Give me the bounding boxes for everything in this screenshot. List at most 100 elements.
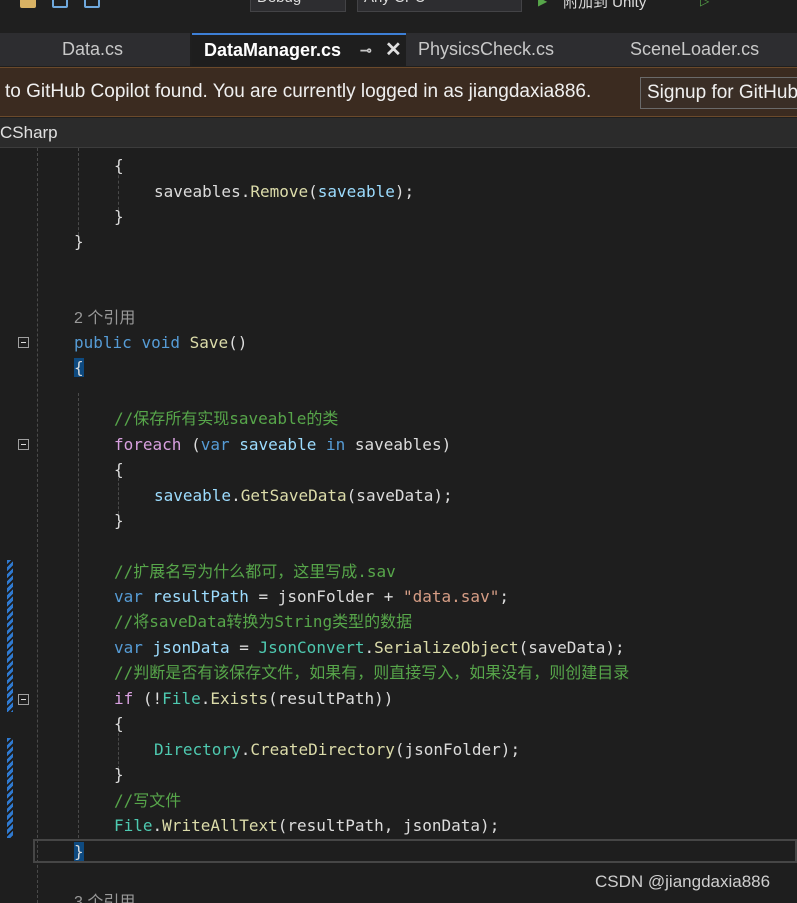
tab-data-cs[interactable] bbox=[0, 33, 52, 66]
collapse-icon[interactable] bbox=[18, 694, 29, 705]
start-without-debug-icon[interactable]: ▷ bbox=[700, 0, 709, 8]
code-line: { bbox=[114, 711, 124, 736]
configuration-select[interactable]: Debug bbox=[250, 0, 346, 12]
tab-physicscheck-cs[interactable]: PhysicsCheck.cs bbox=[406, 33, 618, 66]
token: ); bbox=[394, 182, 415, 201]
token: File bbox=[162, 689, 201, 708]
token: () bbox=[228, 333, 248, 352]
tab-label: DataManager.cs bbox=[204, 40, 342, 60]
token: Remove bbox=[250, 182, 309, 201]
token: foreach bbox=[114, 435, 182, 454]
project-dropdown[interactable]: CSharp bbox=[0, 123, 58, 143]
save-all-icon[interactable] bbox=[84, 0, 100, 8]
token: Save bbox=[189, 333, 229, 352]
tab-data-cs-label[interactable]: Data.cs bbox=[50, 33, 190, 66]
token: JsonConvert bbox=[258, 638, 365, 657]
code-line: //写文件 bbox=[114, 788, 181, 813]
token: (! bbox=[133, 689, 163, 708]
token: . bbox=[152, 816, 163, 835]
code-line: //保存所有实现saveable的类 bbox=[114, 406, 338, 431]
platform-select[interactable]: Any CPU bbox=[357, 0, 522, 12]
token: public bbox=[74, 333, 132, 352]
token: in bbox=[325, 435, 346, 454]
navigation-bar: CSharp bbox=[0, 118, 797, 148]
token: saveable bbox=[239, 435, 317, 454]
token: { bbox=[114, 460, 124, 479]
token: saveable bbox=[154, 486, 232, 505]
code-line: var resultPath = jsonFolder + "data.sav"… bbox=[114, 584, 509, 609]
token: . bbox=[231, 486, 241, 505]
token: ; bbox=[499, 587, 509, 606]
code-line: { bbox=[114, 153, 124, 178]
code-line: //判断是否有该保存文件，如果有，则直接写入，如果没有，则创建目录 bbox=[114, 660, 629, 685]
code-line: } bbox=[114, 762, 124, 787]
document-tabs: Data.cs DataManager.cs ⊸ ✕ PhysicsCheck.… bbox=[0, 33, 797, 67]
token: (saveData); bbox=[518, 638, 625, 657]
tab-sceneloader-cs[interactable]: SceneLoader.cs bbox=[618, 33, 797, 66]
token: void bbox=[141, 333, 180, 352]
token: SerializeObject bbox=[374, 638, 519, 657]
collapse-icon[interactable] bbox=[18, 337, 29, 348]
code-line: { bbox=[74, 355, 84, 380]
comment: //写文件 bbox=[114, 791, 182, 810]
token: . bbox=[240, 740, 251, 759]
reference-count[interactable]: 2 个引用 bbox=[74, 305, 135, 330]
code-editor[interactable]: { saveables.Remove(saveable); } } 2 个引用 … bbox=[0, 148, 797, 903]
copilot-info-bar: to GitHub Copilot found. You are current… bbox=[0, 67, 797, 117]
token: . bbox=[200, 689, 211, 708]
signup-github-button[interactable]: Signup for GitHub bbox=[640, 77, 797, 109]
token: var bbox=[114, 638, 143, 657]
toolbar: Debug Any CPU ▶ 附加到 Unity ▷ bbox=[0, 0, 797, 13]
token: resultPath bbox=[152, 587, 249, 606]
token: (resultPath)) bbox=[268, 689, 394, 708]
token: . bbox=[240, 182, 251, 201]
tab-datamanager-cs[interactable]: DataManager.cs ⊸ ✕ bbox=[192, 33, 410, 66]
change-marker bbox=[7, 560, 13, 712]
code-line: { bbox=[114, 457, 124, 482]
comment: //保存所有实现saveable的类 bbox=[114, 409, 339, 428]
comment: //将saveData转换为String类型的数据 bbox=[114, 612, 413, 631]
code-line: } bbox=[74, 839, 84, 864]
token: var bbox=[114, 587, 143, 606]
close-icon[interactable]: ✕ bbox=[385, 35, 402, 66]
indent-guide bbox=[37, 148, 38, 903]
token: Exists bbox=[210, 689, 269, 708]
info-message: to GitHub Copilot found. You are current… bbox=[5, 81, 592, 102]
token: } bbox=[114, 207, 124, 226]
token: GetSaveData bbox=[240, 486, 347, 505]
token: } bbox=[74, 232, 84, 251]
matched-brace: } bbox=[74, 842, 84, 861]
reference-text[interactable]: 3 个引用 bbox=[74, 894, 135, 903]
current-line-highlight bbox=[33, 839, 797, 863]
comment: //判断是否有该保存文件，如果有，则直接写入，如果没有，则创建目录 bbox=[114, 663, 630, 682]
save-icon[interactable] bbox=[52, 0, 68, 8]
folder-icon[interactable] bbox=[20, 0, 36, 8]
indent-guide bbox=[78, 393, 79, 838]
collapse-icon[interactable] bbox=[18, 439, 29, 450]
undo-icon[interactable] bbox=[138, 0, 154, 8]
string-literal: "data.sav" bbox=[403, 587, 500, 606]
token: var bbox=[200, 435, 230, 454]
token: = jsonFolder + bbox=[248, 587, 403, 606]
code-line: if (!File.Exists(resultPath)) bbox=[114, 686, 393, 711]
reference-count[interactable]: 3 个引用 bbox=[74, 889, 135, 903]
attach-unity-button[interactable]: 附加到 Unity bbox=[563, 0, 646, 12]
code-line: //扩展名写为什么都可，这里写成.sav bbox=[114, 559, 396, 584]
watermark: CSDN @jiangdaxia886 bbox=[595, 872, 771, 891]
code-line: } bbox=[114, 508, 124, 533]
token: { bbox=[114, 714, 124, 733]
comment: //扩展名写为什么都可，这里写成.sav bbox=[114, 562, 396, 581]
start-icon[interactable]: ▶ bbox=[538, 0, 547, 8]
pin-icon[interactable]: ⊸ bbox=[360, 35, 372, 66]
token: } bbox=[114, 765, 124, 784]
code-line: //将saveData转换为String类型的数据 bbox=[114, 609, 412, 634]
change-marker bbox=[7, 738, 13, 838]
reference-text[interactable]: 2 个引用 bbox=[74, 310, 135, 327]
token: saveables) bbox=[354, 435, 452, 454]
code-line: saveable.GetSaveData(saveData); bbox=[154, 483, 453, 508]
code-line: } bbox=[74, 229, 84, 254]
token: saveable bbox=[317, 182, 395, 201]
matched-brace: { bbox=[74, 358, 84, 377]
token: CreateDirectory bbox=[250, 740, 395, 759]
code-line: saveables.Remove(saveable); bbox=[154, 179, 414, 204]
